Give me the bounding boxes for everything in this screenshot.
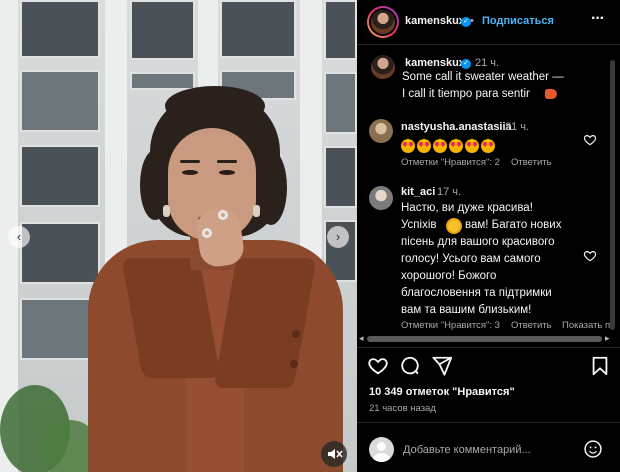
author-avatar[interactable] [371,10,395,34]
horizontal-scrollbar[interactable] [367,336,602,342]
likes-count[interactable]: 10 349 отметок "Нравится" [369,386,515,398]
next-photo-button[interactable]: › [327,226,349,248]
commenter-avatar[interactable] [369,119,393,143]
scroll-left-arrow-icon[interactable]: ◂ [359,333,364,344]
building-window [130,72,195,90]
building-window [324,72,357,134]
building-window [20,70,100,132]
eye [219,170,235,175]
comments-list[interactable]: kamenskux ✓ 21 ч. Some call it sweater w… [357,45,620,332]
comment-input[interactable] [403,440,583,460]
building-window [324,0,357,60]
chevron-right-icon: › [335,229,341,244]
eye [182,170,198,175]
building-window [20,145,100,207]
comment-line: вам! Багато нових [465,219,562,231]
follow-button[interactable]: Подписаться [482,15,554,27]
comment-box-divider [357,422,620,423]
ring [218,210,228,220]
comment-line: Успіхів [401,219,437,231]
ring [202,228,212,238]
comment-time[interactable]: 17 ч. [437,186,461,198]
chevron-left-icon: ‹ [16,229,22,244]
commenter-username[interactable]: nastyusha.anastasiia [401,121,512,133]
mute-button[interactable] [321,441,347,467]
reply-button[interactable]: Ответить [511,157,552,168]
earring [163,205,170,217]
post-side-panel: kamenskux ✓ • Подписаться ··· kamenskux … [357,0,620,472]
heart-icon[interactable] [583,249,597,263]
jacket-button [292,330,300,338]
eyebrow [217,160,237,163]
action-bar [357,355,620,383]
comment-likes[interactable]: Отметки "Нравится": 3 [401,320,500,331]
current-user-avatar [369,437,394,462]
caption-line: I call it tiempo para sentir [402,88,530,100]
leaf-emoji-icon [545,89,557,99]
more-options-button[interactable]: ··· [591,10,605,28]
hair-curl [165,86,265,126]
caption-avatar[interactable] [371,55,395,79]
sun-emoji-icon [448,220,460,232]
author-username[interactable]: kamenskux [405,15,465,27]
post-photo[interactable]: ‹ › [0,0,357,472]
building-window [324,146,357,208]
comment-time[interactable]: 21 ч. [505,121,529,133]
post-header: kamenskux ✓ • Подписаться ··· [357,0,620,44]
posted-time[interactable]: 21 часов назад [369,403,436,414]
commenter-username[interactable]: kit_aci [401,186,435,198]
heart-eyes-emoji-icon [401,139,415,153]
caption-line: Some call it sweater weather — [402,71,564,83]
comment-line: Настю, ви дуже красива! [401,202,533,214]
heart-icon[interactable] [367,355,389,377]
bookmark-icon[interactable] [589,355,611,377]
heart-eyes-emoji-icon [481,139,495,153]
heart-icon[interactable] [583,133,597,147]
jacket-button [290,360,298,368]
vertical-scrollbar[interactable] [610,60,615,330]
building-window [130,0,195,60]
caption-time[interactable]: 21 ч. [475,57,499,69]
separator-dot: • [470,15,474,27]
comment-box [357,428,620,472]
comment-likes[interactable]: Отметки "Нравится": 2 [401,157,500,168]
building-window [220,0,296,58]
verified-badge-icon: ✓ [461,59,471,69]
comment-line: вам та вашим близьким! [401,304,532,316]
reply-button[interactable]: Ответить [511,320,552,331]
heart-eyes-emoji-icon [433,139,447,153]
building-window [20,0,100,58]
emoji-icon[interactable] [583,439,603,459]
caption-username[interactable]: kamenskux [405,57,465,69]
heart-eyes-emoji-icon [417,139,431,153]
prev-photo-button[interactable]: ‹ [8,226,30,248]
heart-eyes-emoji-icon [465,139,479,153]
scroll-right-arrow-icon[interactable]: ▸ [605,333,610,344]
comment-line: хорошого! Божого [401,270,497,282]
comment-line: голосу! Усього вам самого [401,253,541,265]
share-icon[interactable] [431,355,453,377]
comment-line: благословення та підтримки [401,287,552,299]
comment-emojis [401,138,497,156]
commenter-avatar[interactable] [369,186,393,210]
earring [253,205,260,217]
mute-icon [328,449,343,459]
comment-line: пісень для вашого красивого [401,236,555,248]
heart-eyes-emoji-icon [449,139,463,153]
actions-divider [357,347,620,348]
eyebrow [180,160,200,163]
show-translation-button[interactable]: Показать п [562,320,610,331]
comment-icon[interactable] [399,355,421,377]
building-window [20,222,100,284]
